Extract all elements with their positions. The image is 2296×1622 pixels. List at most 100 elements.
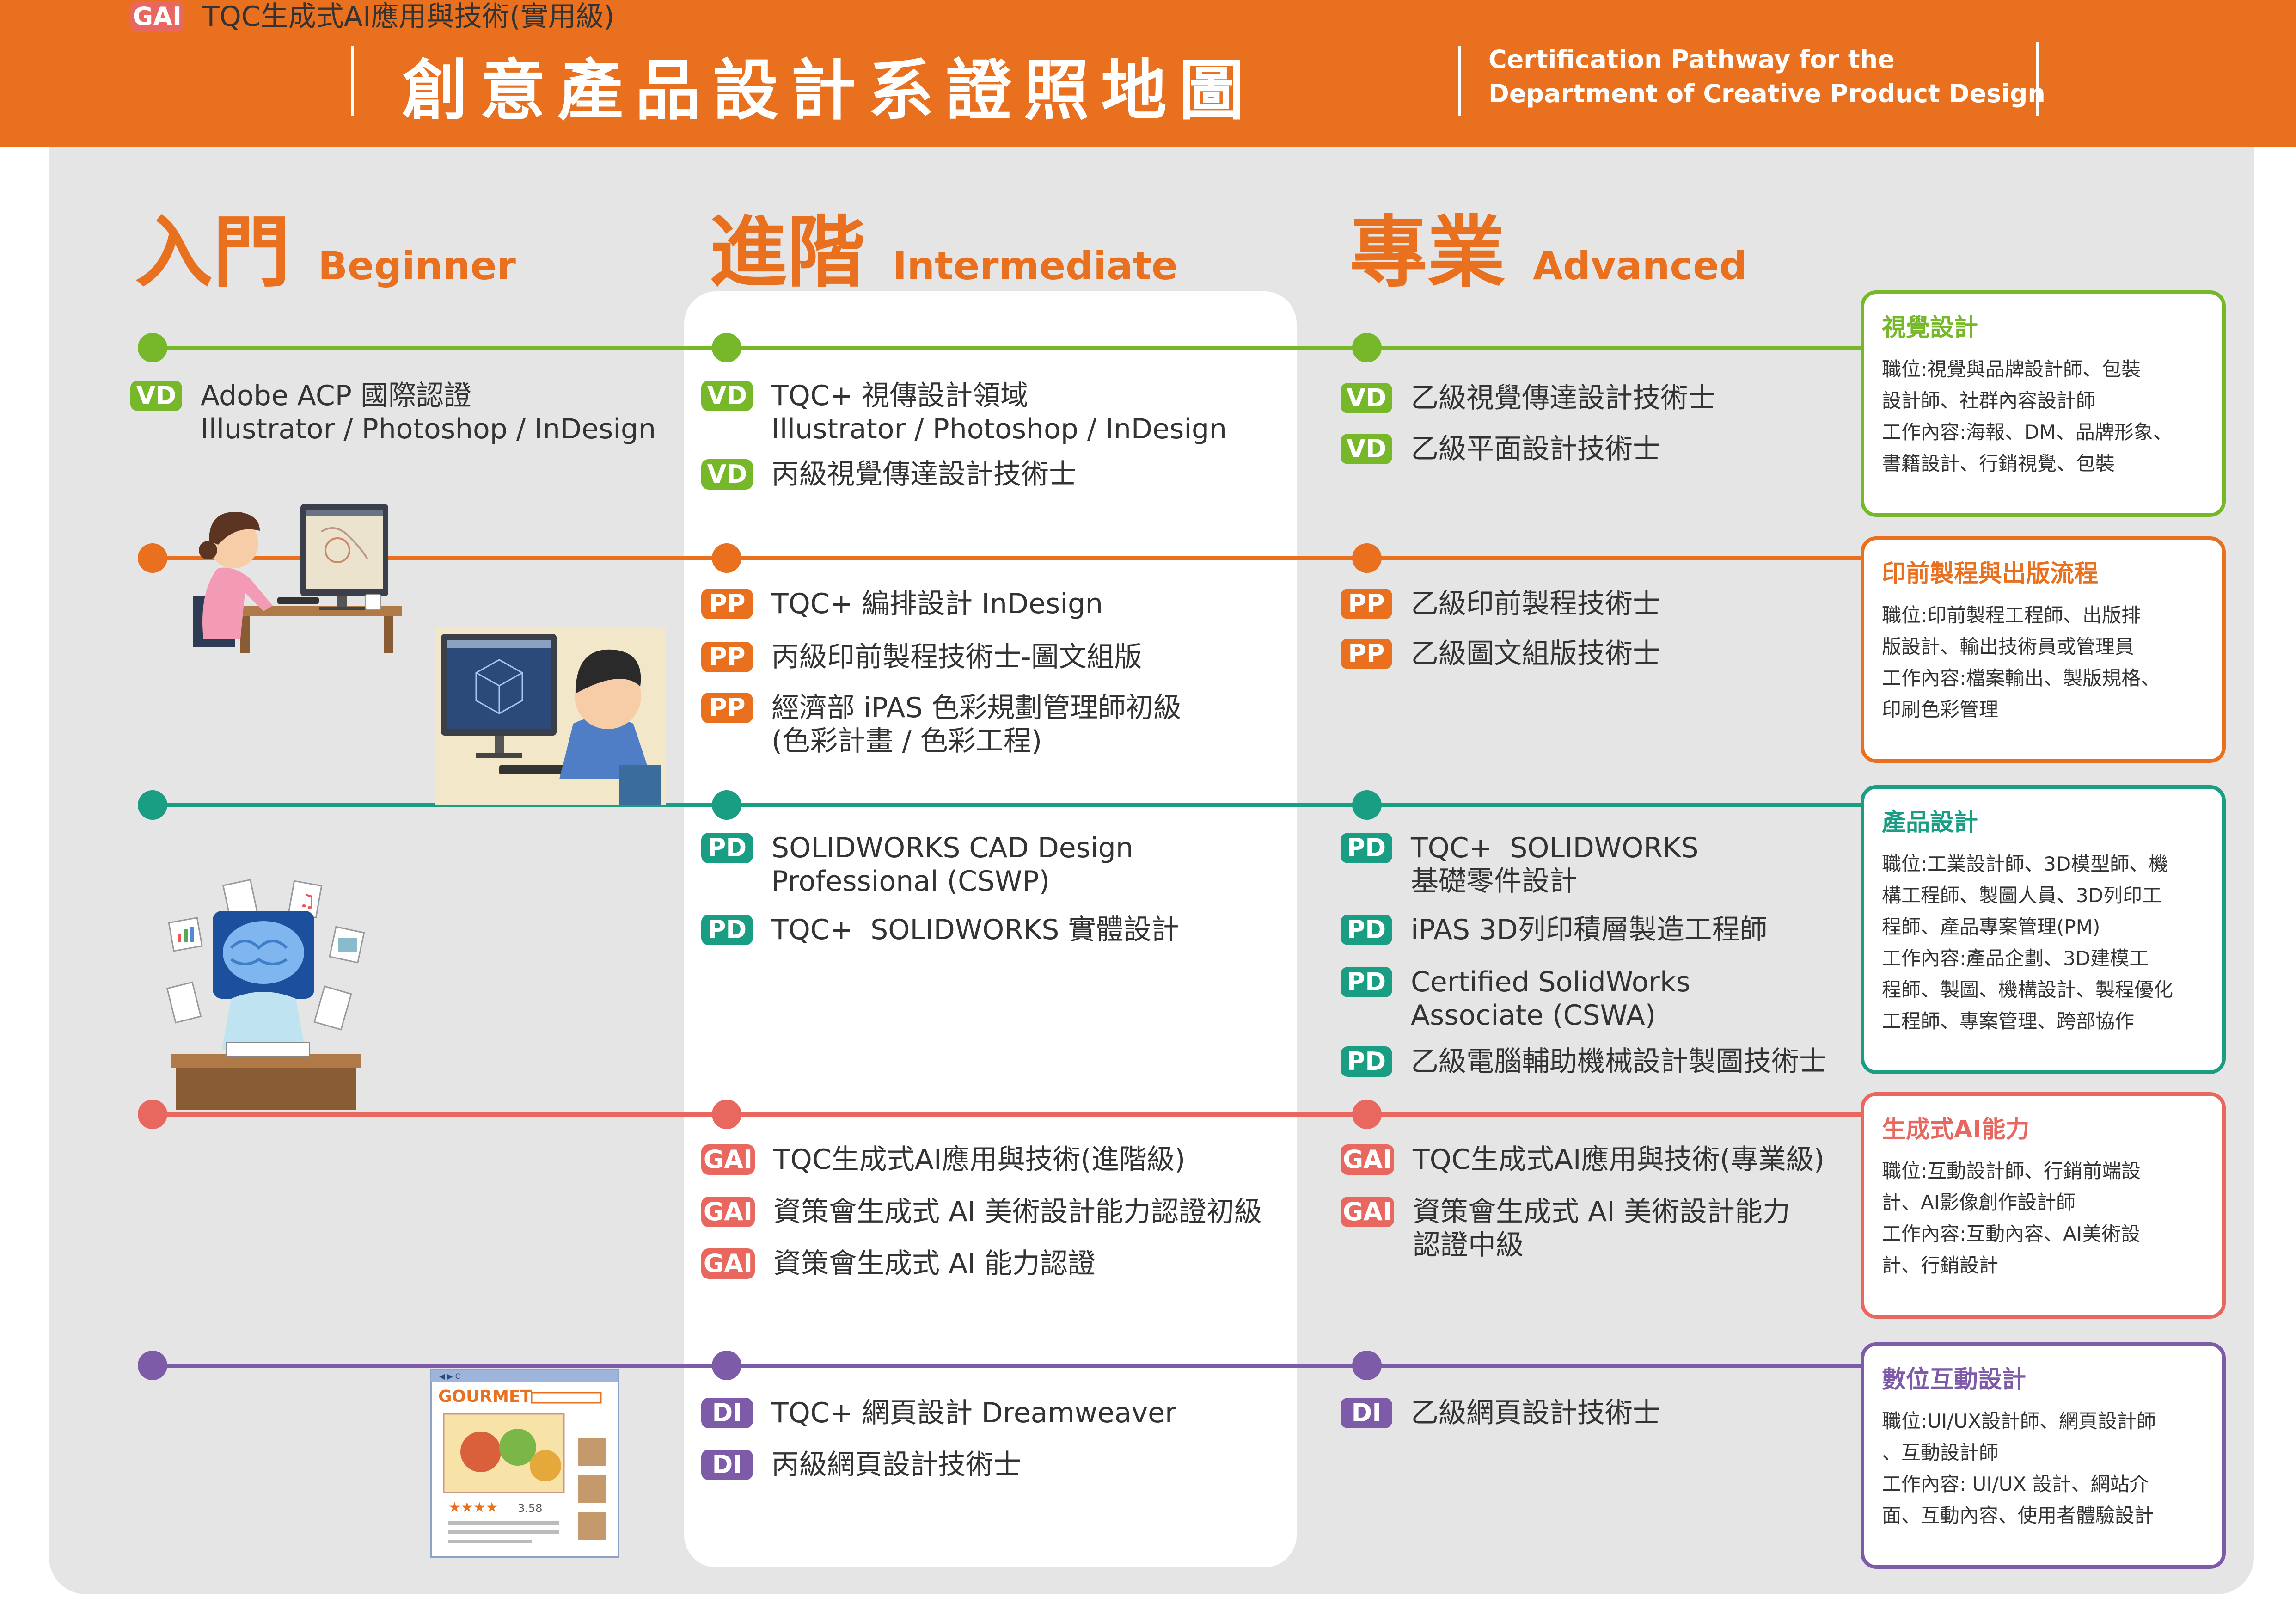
track-line-gai	[139, 1112, 1863, 1117]
cert-item: DI 乙級網頁設計技術士	[1341, 1396, 1660, 1430]
cert-name: 乙級網頁設計技術士	[1411, 1397, 1660, 1429]
cert-badge-gai: GAI	[701, 1144, 755, 1175]
cert-badge-pp: PP	[1341, 589, 1392, 619]
cert-badge-pd: PD	[701, 833, 753, 863]
level-advanced: 專業 Advanced	[1350, 190, 1747, 302]
cert-badge-di: DI	[1341, 1398, 1392, 1428]
cert-badge-pp: PP	[701, 642, 753, 672]
career-box-line: 工作內容:海報、DM、品牌形象、	[1882, 421, 2173, 443]
level-intermediate-en: Intermediate	[893, 243, 1178, 289]
woman-designer-illustration	[193, 504, 402, 653]
man-3d-modeling-illustration	[435, 627, 666, 805]
cert-name: 乙級視覺傳達設計技術士	[1411, 382, 1716, 414]
cert-badge-vd: VD	[1341, 383, 1392, 413]
track-dot-pd-1	[712, 790, 741, 820]
track-dot-di-2	[1352, 1351, 1382, 1380]
career-box-line: 職位:視覺與品牌設計師、包裝	[1882, 358, 2141, 381]
page-subtitle-en: Certification Pathway for the Department…	[1488, 45, 2045, 108]
level-beginner-zh: 入門	[135, 207, 290, 298]
career-box-gai: 生成式AI能力職位:互動設計師、行銷前端設 計、AI影像創作設計師工作內容:互動內…	[1861, 1092, 2226, 1319]
career-box-line: 設計師、社群內容設計師	[1882, 389, 2096, 412]
track-dot-di-0	[138, 1351, 167, 1380]
career-box-title: 數位互動設計	[1882, 1366, 2027, 1394]
cert-name: 乙級印前製程技術士	[1411, 588, 1660, 620]
page-title: 創意產品設計系證照地圖	[402, 53, 1256, 129]
level-intermediate: 進階 Intermediate	[710, 190, 1178, 302]
cert-name: TQC生成式AI應用與技術(實用級)	[202, 0, 615, 33]
career-box-pd: 產品設計 職位:工業設計師、3D模型師、機 構工程師、製圖人員、3D列印工 程師、產品…	[1861, 785, 2226, 1074]
cert-name: 乙級電腦輔助機械設計製圖技術士	[1411, 1045, 1827, 1078]
career-box-line: 工作內容:檔案輸出、製版規格、	[1882, 667, 2161, 689]
cert-item: VD 乙級平面設計技術士	[1341, 432, 1660, 466]
career-box-vd: 視覺設計 職位:視覺與品牌設計師、包裝 設計師、社群內容設計師 工作內容:海報、DM、…	[1861, 290, 2226, 517]
level-beginner: 入門 Beginner	[135, 190, 516, 302]
cert-badge-gai: GAI	[1341, 1197, 1394, 1227]
track-dot-vd-0	[138, 333, 167, 362]
cert-item: PD TQC+ SOLIDWORKS 基礎零件設計	[1341, 831, 1699, 898]
cert-item: PP 丙級印前製程技術士-圖文組版	[701, 640, 1142, 674]
cert-name: TQC生成式AI應用與技術(進階級)	[773, 1143, 1186, 1176]
cert-name: 乙級圖文組版技術士	[1411, 638, 1660, 670]
career-box-pp: 印前製程與出版流程 職位:印前製程工程師、出版排 版設計、輸出技術員或管理員 工作內容…	[1861, 536, 2226, 763]
cert-badge-pd: PD	[1341, 1046, 1392, 1077]
svg-text:★★★★: ★★★★	[448, 1499, 498, 1516]
cert-name: 丙級印前製程技術士-圖文組版	[771, 641, 1142, 673]
career-box-line: 書籍設計、行銷視覺、包裝	[1882, 452, 2115, 475]
career-box-line: 程師、產品專案管理(PM)	[1882, 915, 2100, 938]
cert-name: 經濟部 iPAS 色彩規劃管理師初級 (色彩計畫 / 色彩工程)	[771, 692, 1182, 757]
cert-item: GAI TQC生成式AI應用與技術(實用級)	[130, 0, 614, 33]
track-dot-vd-1	[712, 333, 741, 362]
cert-item: GAI 資策會生成式 AI 美術設計能力認證初級	[701, 1195, 1262, 1229]
cert-badge-pd: PD	[1341, 833, 1392, 863]
track-line-pd	[139, 803, 1863, 807]
header-divider-right	[2036, 42, 2039, 116]
svg-text:♫: ♫	[299, 891, 315, 912]
cert-badge-pp: PP	[701, 589, 753, 619]
level-advanced-en: Advanced	[1533, 243, 1747, 289]
cert-item: GAI 資策會生成式 AI 美術設計能力 認證中級	[1341, 1195, 1790, 1262]
career-box-line: 構工程師、製圖人員、3D列印工	[1882, 884, 2162, 907]
cert-name: TQC生成式AI應用與技術(專業級)	[1413, 1143, 1825, 1176]
track-dot-gai-2	[1352, 1100, 1382, 1129]
career-box-line: 工作內容:產品企劃、3D建模工	[1882, 947, 2149, 970]
cert-name: TQC+ SOLIDWORKS 基礎零件設計	[1411, 832, 1699, 897]
cert-item: DI TQC+ 網頁設計 Dreamweaver	[701, 1396, 1176, 1430]
header-divider-mid	[1458, 46, 1461, 116]
career-box-line: 面、互動內容、使用者體驗設計	[1882, 1504, 2154, 1527]
track-dot-vd-2	[1352, 333, 1382, 362]
track-dot-pp-1	[712, 543, 741, 573]
cert-name: Certified SolidWorks Associate (CSWA)	[1411, 966, 1690, 1032]
cert-badge-vd: VD	[130, 381, 182, 411]
cert-name: TQC+ 網頁設計 Dreamweaver	[771, 1397, 1176, 1429]
cert-badge-gai: GAI	[701, 1248, 755, 1279]
cert-badge-pp: PP	[1341, 639, 1392, 669]
career-box-line: 計、AI影像創作設計師	[1882, 1191, 2076, 1214]
cert-item: VD 丙級視覺傳達設計技術士	[701, 458, 1077, 491]
cert-item: PD TQC+ SOLIDWORKS 實體設計	[701, 913, 1179, 946]
cert-badge-gai: GAI	[1341, 1144, 1394, 1175]
cert-name: TQC+ 視傳設計領域 Illustrator / Photoshop / In…	[771, 380, 1227, 445]
level-beginner-en: Beginner	[318, 243, 516, 289]
cert-item: DI 丙級網頁設計技術士	[701, 1448, 1021, 1481]
cert-name: SOLIDWORKS CAD Design Professional (CSWP…	[771, 832, 1133, 897]
cert-badge-pd: PD	[1341, 915, 1392, 945]
cert-item: PP 經濟部 iPAS 色彩規劃管理師初級 (色彩計畫 / 色彩工程)	[701, 691, 1181, 758]
career-box-line: 工作內容:互動內容、AI美術設	[1882, 1223, 2141, 1245]
cert-item: VD 乙級視覺傳達設計技術士	[1341, 381, 1716, 415]
career-box-line: 職位:印前製程工程師、出版排	[1882, 604, 2141, 627]
cert-item: PD iPAS 3D列印積層製造工程師	[1341, 913, 1768, 946]
career-box-title: 生成式AI能力	[1882, 1116, 2030, 1143]
career-box-line: 職位:互動設計師、行銷前端設	[1882, 1160, 2141, 1182]
cert-name: 資策會生成式 AI 美術設計能力認證初級	[773, 1196, 1262, 1228]
cert-item: PP 乙級圖文組版技術士	[1341, 637, 1660, 670]
gourmet-rating: 3.58	[518, 1502, 542, 1515]
cert-name: 資策會生成式 AI 美術設計能力 認證中級	[1413, 1196, 1790, 1261]
career-box-line: 職位:工業設計師、3D模型師、機	[1882, 853, 2168, 875]
career-box-line: 印刷色彩管理	[1882, 698, 1999, 721]
cert-item: PP TQC+ 編排設計 InDesign	[701, 587, 1103, 621]
career-box-line: 工程師、專案管理、跨部協作	[1882, 1010, 2135, 1032]
track-line-vd	[139, 346, 1863, 350]
cert-item: GAI 資策會生成式 AI 能力認證	[701, 1247, 1096, 1280]
cert-badge-pd: PD	[701, 915, 753, 945]
track-dot-pd-0	[138, 790, 167, 820]
